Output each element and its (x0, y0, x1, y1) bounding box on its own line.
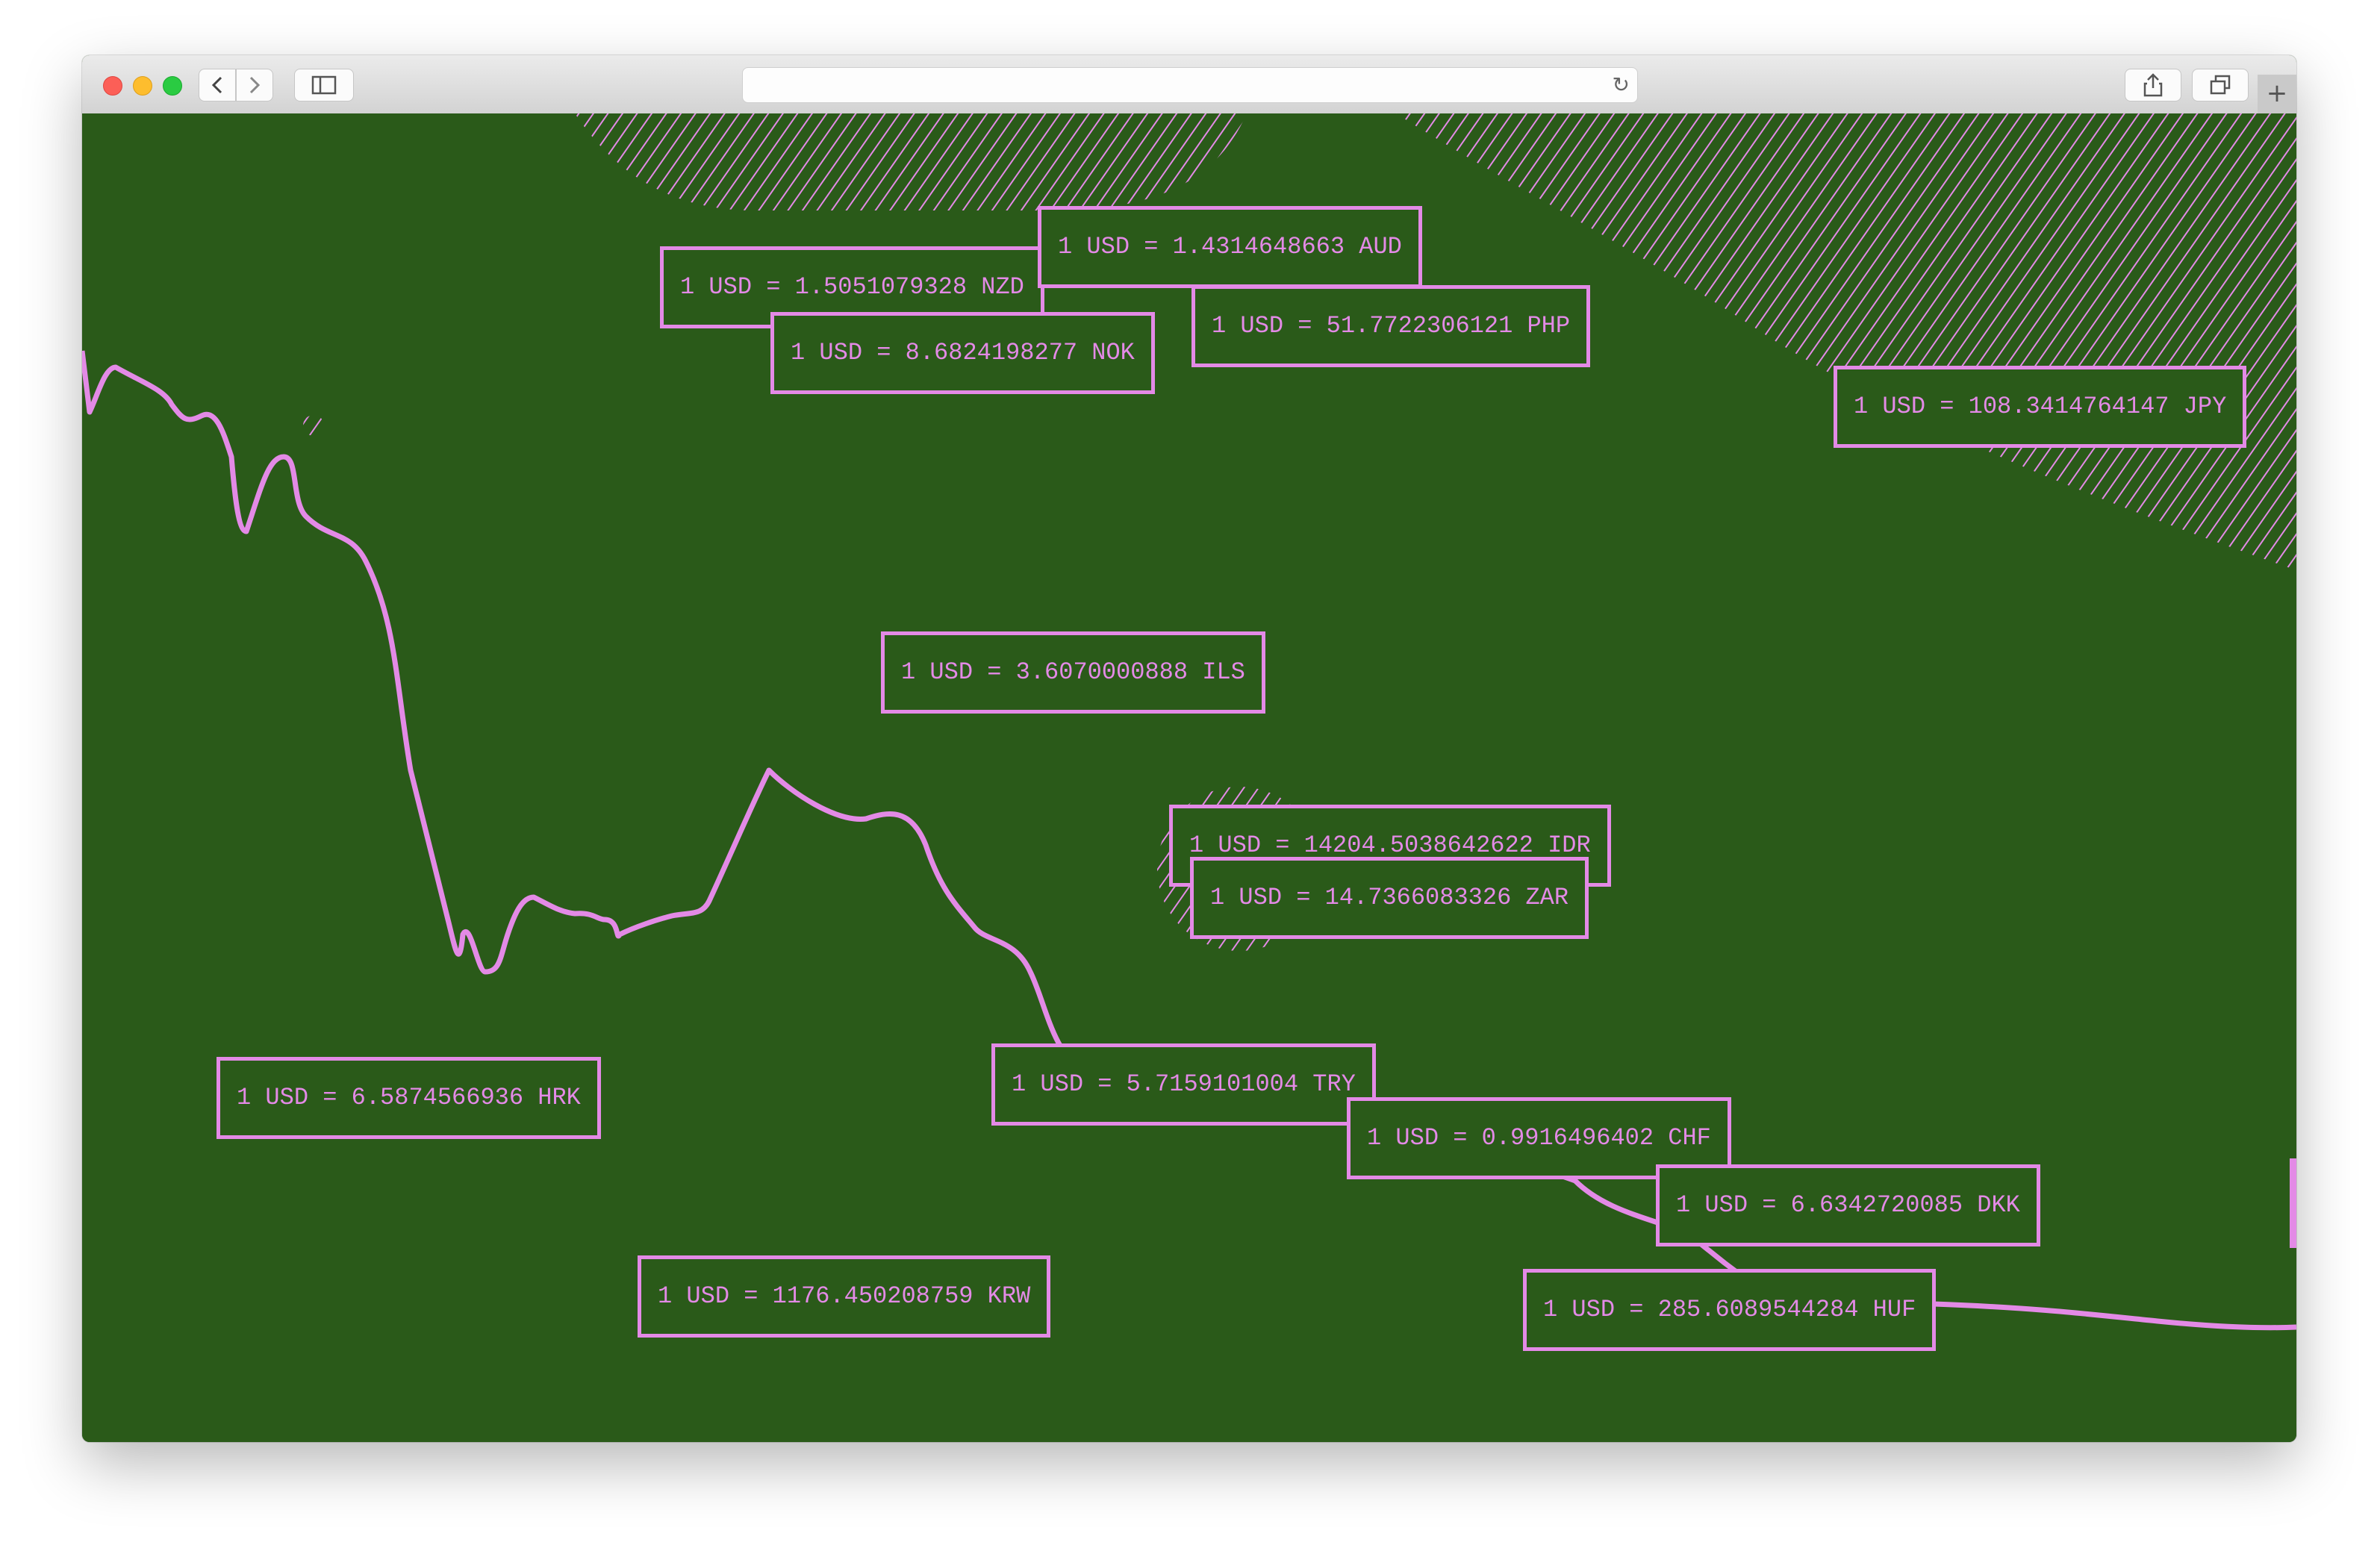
rate-label-try: 1 USD = 5.7159101004 TRY (991, 1043, 1376, 1126)
rate-label-dkk: 1 USD = 6.6342720085 DKK (1656, 1164, 2040, 1246)
page-viewport: 1 USD = 1.5051079328 NZD 1 USD = 1.43146… (82, 113, 2296, 1442)
rate-label-huf: 1 USD = 285.6089544284 HUF (1523, 1269, 1937, 1351)
rate-label-nok: 1 USD = 8.6824198277 NOK (770, 312, 1155, 394)
rate-label-krw: 1 USD = 1176.450208759 KRW (638, 1255, 1051, 1338)
tabs-button[interactable] (2192, 69, 2249, 102)
sidebar-button[interactable] (294, 69, 354, 102)
minimize-icon[interactable] (133, 76, 152, 96)
sidebar-icon (311, 75, 337, 95)
rate-label-ils: 1 USD = 3.6070000888 ILS (881, 631, 1265, 714)
reload-icon[interactable]: ↻ (1613, 72, 1630, 97)
back-icon (211, 76, 222, 94)
address-bar[interactable]: ↻ (742, 67, 1638, 103)
rate-label-jpy: 1 USD = 108.3414764147 JPY (1834, 366, 2247, 448)
rate-label-php: 1 USD = 51.7722306121 PHP (1191, 285, 1591, 367)
rate-label-zar: 1 USD = 14.7366083326 ZAR (1190, 857, 1589, 939)
back-button[interactable] (199, 69, 236, 102)
forward-button[interactable] (236, 69, 273, 102)
hatched-shape-top (575, 113, 1247, 210)
tabs-icon (2210, 75, 2231, 95)
close-icon[interactable] (103, 76, 122, 96)
share-button[interactable] (2125, 69, 2181, 102)
new-tab-icon[interactable]: + (2258, 75, 2296, 113)
browser-toolbar: ↻ + (82, 55, 2296, 115)
hatched-dot (303, 415, 324, 436)
rate-label-aud: 1 USD = 1.4314648663 AUD (1038, 206, 1422, 288)
rate-label-hrk: 1 USD = 6.5874566936 HRK (216, 1057, 601, 1139)
share-icon (2143, 73, 2163, 97)
forward-icon (249, 76, 261, 94)
browser-window: ↻ + 1 USD = 1.5051079328 NZD 1 USD = 1.4… (82, 55, 2296, 1442)
maximize-icon[interactable] (163, 76, 182, 96)
